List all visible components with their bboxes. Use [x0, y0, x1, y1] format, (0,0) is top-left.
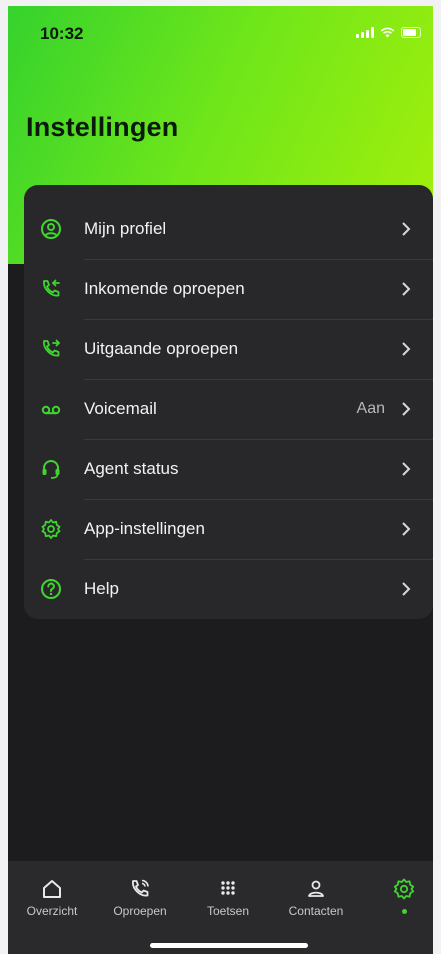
active-tab-indicator: [402, 909, 407, 914]
outgoing-call-icon: [43, 339, 61, 357]
voicemail-status: Aan: [356, 400, 385, 417]
menu-item-agent-status[interactable]: Agent status: [24, 440, 433, 500]
menu-item-mijn-profiel[interactable]: Mijn profiel: [24, 200, 433, 260]
keypad-icon: [221, 881, 235, 895]
headset-icon: [42, 460, 60, 479]
gear-icon: [41, 519, 61, 539]
chevron-right-icon: [402, 402, 411, 416]
chevron-right-icon: [402, 282, 411, 296]
chevron-right-icon: [402, 222, 411, 236]
menu-item-uitgaande-oproepen[interactable]: Uitgaande oproepen: [24, 320, 433, 380]
home-icon: [43, 880, 61, 898]
incoming-call-icon: [43, 279, 60, 297]
menu-item-help[interactable]: Help: [24, 560, 433, 620]
menu-item-app-instellingen[interactable]: App-instellingen: [24, 500, 433, 560]
menu-item-label: Agent status: [84, 459, 179, 478]
wifi-icon: [380, 27, 395, 38]
chevron-right-icon: [402, 522, 411, 536]
menu-item-label: Uitgaande oproepen: [84, 339, 239, 358]
tab-label: Overzicht: [26, 904, 78, 918]
menu-item-inkomende-oproepen[interactable]: Inkomende oproepen: [24, 260, 433, 320]
tab-label: Toetsen: [206, 904, 250, 918]
tab-label: Oproepen: [113, 904, 167, 918]
settings-menu: Mijn profiel Inkomende oproepen Uitgaand…: [24, 185, 433, 619]
phone-icon: [132, 879, 149, 897]
status-time: 10:32: [40, 24, 84, 43]
status-icons: [356, 27, 421, 38]
tab-toetsen[interactable]: Toetsen: [184, 861, 272, 921]
menu-item-label: Inkomende oproepen: [84, 279, 245, 298]
chevron-right-icon: [402, 462, 411, 476]
tab-oproepen[interactable]: Oproepen: [96, 861, 184, 921]
page-title: Instellingen: [26, 112, 179, 142]
tab-overzicht[interactable]: Overzicht: [8, 861, 96, 921]
status-bar: 10:32: [8, 6, 433, 60]
tab-instellingen[interactable]: [360, 861, 433, 921]
tab-label: Contacten: [288, 904, 344, 918]
chevron-right-icon: [402, 582, 411, 596]
help-icon: [41, 579, 61, 599]
settings-icon: [393, 878, 415, 900]
profile-icon: [41, 219, 61, 239]
menu-item-voicemail[interactable]: Voicemail Aan: [24, 380, 433, 440]
home-indicator: [150, 943, 308, 948]
phone-screen: 10:32 Instellingen Mijn profiel Inkomend…: [8, 6, 433, 954]
menu-item-label: App-instellingen: [84, 519, 205, 538]
bottom-navigation: Overzicht Oproepen Toetsen Contacten: [8, 861, 433, 954]
menu-item-label: Voicemail: [84, 399, 157, 418]
voicemail-icon: [41, 405, 61, 415]
tab-contacten[interactable]: Contacten: [272, 861, 360, 921]
chevron-right-icon: [402, 342, 411, 356]
contact-icon: [308, 880, 324, 897]
menu-item-label: Help: [84, 579, 119, 598]
signal-icon: [356, 27, 374, 38]
menu-item-label: Mijn profiel: [84, 219, 167, 238]
battery-icon: [401, 27, 421, 38]
